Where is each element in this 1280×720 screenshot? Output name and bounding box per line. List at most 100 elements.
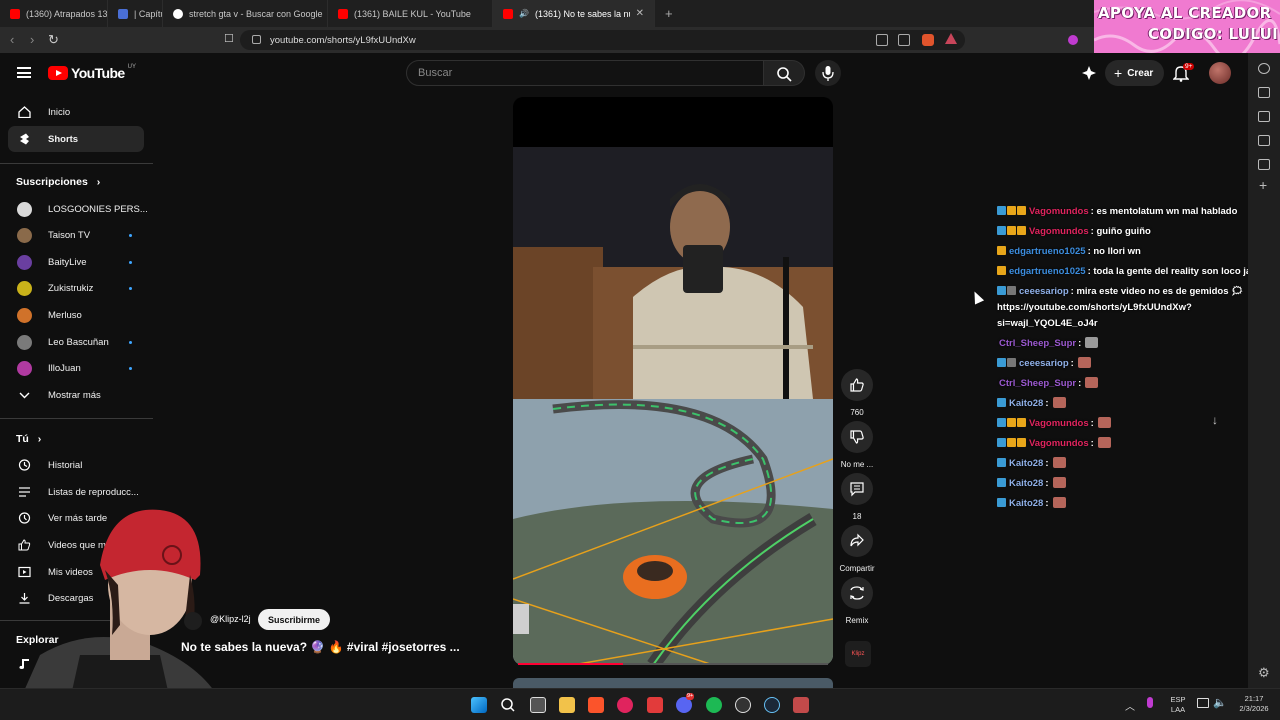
extension-icon[interactable] (1068, 35, 1078, 45)
sidebar-item-downloads[interactable]: Descargas (8, 585, 144, 611)
chat-username[interactable]: Kaito28 (1009, 458, 1043, 469)
task-view-icon[interactable] (530, 697, 546, 713)
search-input[interactable]: Buscar (406, 60, 764, 86)
dislike-button[interactable] (841, 421, 873, 453)
settings-icon[interactable]: ⚙ (1258, 665, 1270, 681)
remix-button[interactable] (841, 577, 873, 609)
dislike-action[interactable]: No me ... (841, 421, 873, 469)
like-button[interactable] (841, 369, 873, 401)
bookmark-icon[interactable]: ☐ (224, 32, 234, 45)
back-icon[interactable]: ‹ (10, 32, 14, 47)
chat-username[interactable]: Vagomundos (1029, 206, 1089, 217)
adobe-icon[interactable] (647, 697, 663, 713)
sidebar-item-shorts[interactable]: Shorts (8, 126, 144, 152)
add-panel-icon[interactable]: + (1259, 177, 1267, 193)
volume-icon[interactable]: 🔈 (1213, 696, 1227, 709)
site-info-icon[interactable] (252, 35, 261, 44)
next-short-preview[interactable] (513, 678, 833, 688)
chat-username[interactable]: edgartrueno1025 (1009, 246, 1086, 257)
cast-icon[interactable] (876, 34, 888, 46)
app-icon[interactable] (793, 697, 809, 713)
shorts-video-player[interactable] (513, 97, 833, 665)
media-player-icon[interactable] (617, 697, 633, 713)
create-button[interactable]: + Crear (1105, 60, 1165, 86)
network-icon[interactable] (1197, 698, 1209, 708)
chat-username[interactable]: Vagomundos (1029, 418, 1089, 429)
brave-rewards-icon[interactable] (945, 33, 957, 44)
tab-baile-kul[interactable]: (1361) BAILE KUL - YouTube (328, 0, 493, 27)
chat-username[interactable]: ceeesariop (1019, 358, 1069, 369)
brave-shields-icon[interactable] (922, 34, 934, 46)
sidebar-item-subscription[interactable]: BaityLive (8, 249, 144, 275)
like-action[interactable]: 760 (841, 369, 873, 417)
sidebar-item-subscription[interactable]: IlloJuan (8, 355, 144, 381)
sidebar-item-inicio[interactable]: Inicio (8, 99, 144, 125)
channel-thumbnail[interactable]: Klipz (845, 641, 871, 667)
sidebar-item-subscription[interactable]: Taison TV (8, 222, 144, 248)
spotify-icon[interactable] (706, 697, 722, 713)
sidebar-item-subscription[interactable]: Leo Bascuñan (8, 329, 144, 355)
reload-icon[interactable]: ↻ (48, 32, 59, 48)
tab-google-search[interactable]: stretch gta v - Buscar con Google (163, 0, 328, 27)
comments-action[interactable]: 18 (841, 473, 873, 521)
subscriptions-heading[interactable]: Suscripciones › (16, 176, 100, 188)
file-explorer-icon[interactable] (559, 697, 575, 713)
share-icon[interactable] (898, 34, 910, 46)
subscribe-button[interactable]: Suscribirme (258, 609, 331, 630)
voice-search-button[interactable] (815, 60, 841, 86)
comments-button[interactable] (841, 473, 873, 505)
remix-action[interactable]: Remix (841, 577, 873, 625)
chat-username[interactable]: ceeesariop (1019, 286, 1069, 297)
tray-expand-icon[interactable]: ︿ (1125, 698, 1135, 713)
start-menu-icon[interactable] (471, 697, 487, 713)
ai-assistant-icon[interactable] (1258, 63, 1270, 74)
tray-mic-icon[interactable] (1147, 697, 1153, 708)
sidebar-item-my-videos[interactable]: Mis videos (8, 559, 144, 585)
share-action[interactable]: Compartir (839, 525, 875, 573)
sidebar-item-playlists[interactable]: Listas de reproducc... (8, 479, 144, 505)
chat-username[interactable]: Vagomundos (1029, 226, 1089, 237)
share-button[interactable] (841, 525, 873, 557)
search-taskbar-icon[interactable] (500, 697, 516, 713)
youtube-logo[interactable]: YouTube UY (48, 64, 136, 81)
video-progress-bar[interactable] (518, 663, 828, 665)
scroll-down-icon[interactable]: ↓ (1203, 408, 1227, 432)
brave-browser-icon[interactable] (588, 697, 604, 713)
reading-list-icon[interactable] (1258, 87, 1270, 98)
sidebar-item-historial[interactable]: Historial (8, 452, 144, 478)
you-heading[interactable]: Tú › (16, 433, 41, 445)
channel-handle[interactable]: @Klipz-l2j (210, 614, 251, 624)
language-indicator[interactable]: ESP LAA (1166, 695, 1190, 715)
wallet-icon[interactable] (1258, 111, 1270, 122)
obs-icon[interactable] (735, 697, 751, 713)
tab-capitulo[interactable]: | Capítul (108, 0, 163, 27)
ai-sparkle-icon[interactable] (1081, 65, 1097, 81)
clock[interactable]: 21:17 2/3/2026 (1232, 694, 1276, 714)
chat-username[interactable]: Kaito28 (1009, 498, 1043, 509)
forward-icon[interactable]: › (30, 32, 34, 47)
sidebar-item-liked-videos[interactable]: Videos que me (8, 532, 144, 558)
chat-username[interactable]: Kaito28 (1009, 398, 1043, 409)
chat-username[interactable]: Ctrl_Sheep_Supr (999, 378, 1076, 389)
channel-avatar-small[interactable] (184, 612, 202, 630)
chat-username[interactable]: Vagomundos (1029, 438, 1089, 449)
short-title[interactable]: No te sabes la nueva? 🔮 🔥 #viral #joseto… (181, 640, 460, 654)
show-more-button[interactable]: Mostrar más (8, 382, 144, 408)
steam-icon[interactable] (764, 697, 780, 713)
chat-username[interactable]: Kaito28 (1009, 478, 1043, 489)
history-panel-icon[interactable] (1258, 135, 1270, 146)
tab-atrapados[interactable]: (1360) Atrapados 133 (0, 0, 108, 27)
tab-active-short[interactable]: 🔊 (1361) No te sabes la nueva? ✕ (493, 0, 655, 27)
sidebar-item-subscription[interactable]: Merluso (8, 302, 144, 328)
new-tab-button[interactable]: + (655, 6, 683, 21)
sidebar-item-subscription[interactable]: LOSGOONIES PERS... (8, 196, 148, 222)
bookmarks-panel-icon[interactable] (1258, 159, 1270, 170)
close-tab-icon[interactable]: ✕ (636, 8, 644, 19)
url-field[interactable]: youtube.com/shorts/yL9fxUUndXw (240, 30, 965, 50)
sidebar-item-subscription[interactable]: Zukistrukiz (8, 275, 144, 301)
chat-username[interactable]: Ctrl_Sheep_Supr (999, 338, 1076, 349)
account-avatar[interactable] (1209, 62, 1231, 84)
chat-username[interactable]: edgartrueno1025 (1009, 266, 1086, 277)
search-button[interactable] (764, 60, 805, 86)
menu-icon[interactable] (17, 67, 31, 78)
